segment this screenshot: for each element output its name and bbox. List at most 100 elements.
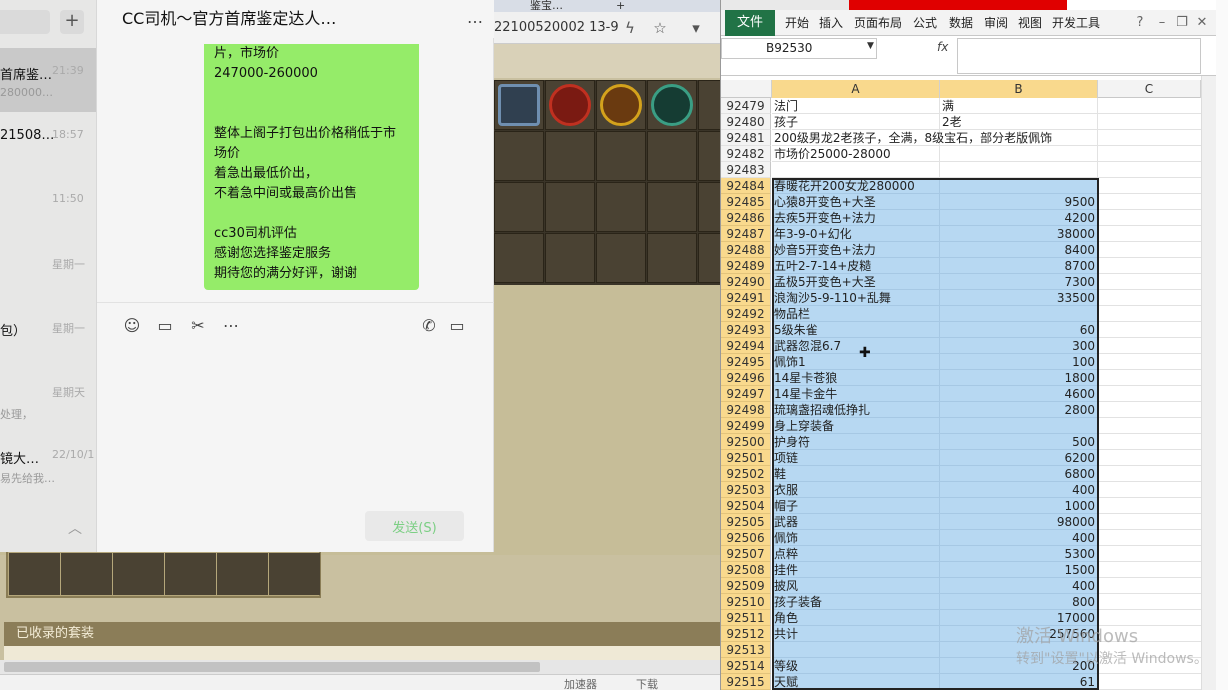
lightning-icon[interactable]: ϟ [620,18,640,38]
scissors-icon[interactable]: ✂ [188,316,208,336]
help-icon[interactable]: ? [1131,14,1149,32]
equipment-slot[interactable] [269,553,320,595]
cell-c[interactable] [1098,146,1201,162]
tab-insert[interactable]: 插入 [819,10,843,36]
tab-page-layout[interactable]: 页面布局 [854,10,902,36]
cell-c[interactable] [1098,242,1201,258]
cell-c[interactable] [1098,370,1201,386]
row-number[interactable]: 92502 [721,466,771,482]
row-number[interactable]: 92509 [721,578,771,594]
inventory-slot[interactable] [545,182,595,232]
vertical-scrollbar[interactable] [1201,76,1217,690]
emoji-icon[interactable]: ☺ [122,316,142,336]
search-input[interactable] [0,10,50,34]
cell-a[interactable] [772,162,940,178]
cell-c[interactable] [1098,386,1201,402]
row-number[interactable]: 92488 [721,242,771,258]
collected-sets-header[interactable]: 已收录的套装 [4,622,720,646]
cell-c[interactable] [1098,274,1201,290]
name-box[interactable]: B92530 [721,38,877,59]
equipment-slot[interactable] [9,553,60,595]
accelerator-label[interactable]: 加速器 [564,676,597,690]
cell-c[interactable] [1098,98,1201,114]
row-number[interactable]: 92508 [721,562,771,578]
row-number[interactable]: 92507 [721,546,771,562]
equipment-slot[interactable] [113,553,164,595]
cell-c[interactable] [1098,562,1201,578]
cell-b[interactable]: 满 [940,98,1098,114]
row-number[interactable]: 92490 [721,274,771,290]
close-icon[interactable]: ✕ [1193,14,1211,32]
row-number[interactable]: 92487 [721,226,771,242]
minimize-icon[interactable]: – [1153,14,1171,32]
chevron-down-icon[interactable]: ▾ [686,18,706,38]
more-icon[interactable]: … [467,8,483,27]
inventory-slot[interactable] [596,233,646,283]
row-number[interactable]: 92506 [721,530,771,546]
row-number[interactable]: 92497 [721,386,771,402]
chat-bubble-icon[interactable]: ⋯ [221,316,241,336]
cell-c[interactable] [1098,466,1201,482]
row-number[interactable]: 92510 [721,594,771,610]
row-number[interactable]: 92496 [721,370,771,386]
horizontal-scrollbar[interactable] [0,660,720,674]
inventory-slot[interactable] [596,80,646,130]
inventory-slot[interactable] [647,182,697,232]
select-all-corner[interactable] [721,80,772,98]
row-number[interactable]: 92482 [721,146,771,162]
row-number[interactable]: 92515 [721,674,771,690]
inventory-slot[interactable] [494,182,544,232]
cell-c[interactable] [1098,482,1201,498]
row-number[interactable]: 92489 [721,258,771,274]
inventory-slot[interactable] [545,131,595,181]
conversation-item[interactable]: 11:50 [0,176,96,240]
equipment-slot[interactable] [217,553,268,595]
folder-icon[interactable]: ▭ [155,316,175,336]
cell-c[interactable] [1098,130,1201,146]
inventory-slot[interactable] [545,80,595,130]
cell-c[interactable] [1098,226,1201,242]
tab-review[interactable]: 审阅 [984,10,1008,36]
cell-c[interactable] [1098,258,1201,274]
cell-c[interactable] [1098,194,1201,210]
row-number[interactable]: 92493 [721,322,771,338]
inventory-slot[interactable] [494,80,544,130]
cell-c[interactable] [1098,322,1201,338]
message-bubble[interactable]: 片，市场价 247000-260000 整体上阁子打包出价格稍低于市 场价 着急出最低价… [204,44,419,290]
conversation-item[interactable]: 星期天 处理， [0,368,96,432]
phone-icon[interactable]: ✆ [419,316,439,336]
video-icon[interactable]: ▭ [447,316,467,336]
inventory-slot[interactable] [596,182,646,232]
row-number[interactable]: 92504 [721,498,771,514]
column-header-a[interactable]: A [772,80,940,98]
cell-c[interactable] [1098,290,1201,306]
tab-view[interactable]: 视图 [1018,10,1042,36]
cell-c[interactable] [1098,162,1201,178]
row-number[interactable]: 92481 [721,130,771,146]
cell-a[interactable]: 孩子 [772,114,940,130]
cell-c[interactable] [1098,114,1201,130]
row-number[interactable]: 92512 [721,626,771,642]
file-tab[interactable]: 文件 [725,10,775,36]
row-number[interactable]: 92494 [721,338,771,354]
cell-a[interactable]: 200级男龙2老孩子，全满，8级宝石，部分老版佩饰 [772,130,1052,146]
browser-url[interactable]: 22100520002 13-9 [494,18,624,38]
row-number[interactable]: 92514 [721,658,771,674]
cell-c[interactable] [1098,514,1201,530]
row-number[interactable]: 92479 [721,98,771,114]
scrollbar-thumb[interactable] [4,662,540,672]
cell-c[interactable] [1098,178,1201,194]
tab-data[interactable]: 数据 [949,10,973,36]
conversation-item[interactable]: 星期一 [0,240,96,304]
inventory-slot[interactable] [494,131,544,181]
restore-icon[interactable]: ❐ [1173,14,1191,32]
column-header-b[interactable]: B [940,80,1098,98]
cell-c[interactable] [1098,594,1201,610]
insert-function-icon[interactable]: fx [937,40,948,54]
cell-c[interactable] [1098,450,1201,466]
cell-c[interactable] [1098,354,1201,370]
download-label[interactable]: 下载 [636,676,658,690]
cell-b[interactable]: 2老 [940,114,1098,130]
row-number[interactable]: 92513 [721,642,771,658]
row-number[interactable]: 92511 [721,610,771,626]
